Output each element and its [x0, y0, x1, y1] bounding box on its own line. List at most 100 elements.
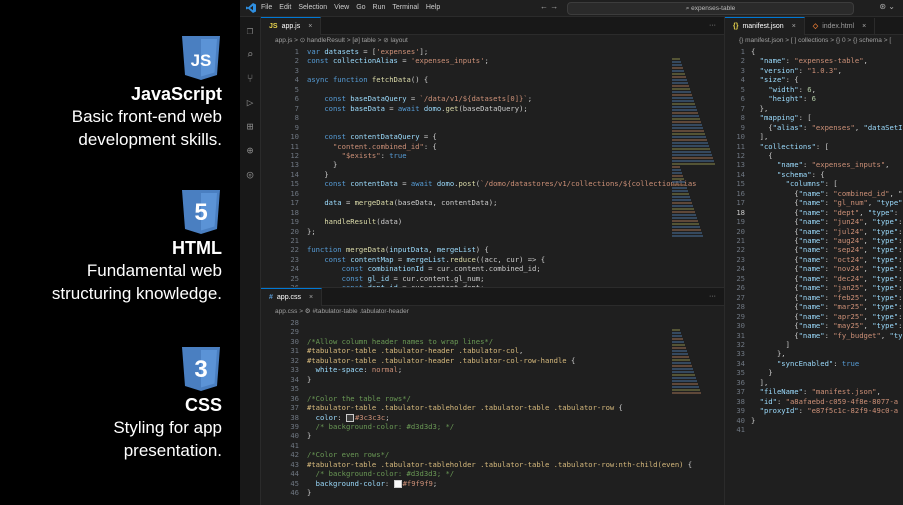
- skill-name: JavaScript: [130, 84, 222, 104]
- line-number: 2: [294, 56, 299, 66]
- breadcrumb[interactable]: {} manifest.json > [ ] collections > {} …: [725, 35, 903, 47]
- accounts-icon[interactable]: ⊛ ⌄: [879, 2, 895, 11]
- tab-manifest-json[interactable]: {} manifest.json ×: [725, 17, 805, 35]
- breadcrumb[interactable]: app.css > ⚙ #tabulator-table .tabulator-…: [261, 306, 724, 318]
- breadcrumb[interactable]: app.js > ⊙ handleResult > [ø] table > ⊘ …: [261, 35, 724, 47]
- editor-app-js[interactable]: JS app.js × ··· app.js > ⊙ handleResult > [ø…: [261, 17, 724, 287]
- line-number: 5: [294, 84, 299, 94]
- code-line: {: [751, 150, 773, 160]
- minimap[interactable]: [672, 328, 718, 395]
- more-actions-icon[interactable]: ···: [709, 17, 716, 34]
- menu-item-view[interactable]: View: [334, 4, 349, 11]
- line-number: 31: [290, 346, 299, 356]
- editor-app-css[interactable]: # app.css × ··· app.css > ⚙ #tabulator-table…: [261, 288, 724, 505]
- code-line: },: [751, 349, 786, 359]
- line-number: 38: [736, 396, 745, 406]
- line-number: 8: [740, 113, 745, 123]
- code-line: function mergeData(inputData, mergeList)…: [307, 245, 489, 255]
- menu-item-edit[interactable]: Edit: [279, 4, 291, 11]
- code-line: }: [307, 374, 312, 384]
- code-line: {"name": "feb25", "type":: [751, 292, 903, 302]
- line-number: 8: [294, 113, 299, 123]
- line-number: 3: [740, 65, 745, 75]
- line-number: 29: [290, 327, 299, 337]
- menu-item-terminal[interactable]: Terminal: [392, 4, 418, 11]
- run-debug-icon[interactable]: ▷: [244, 97, 256, 109]
- code-line: "content.combined_id": {: [332, 141, 437, 151]
- menu-item-file[interactable]: File: [261, 4, 272, 11]
- code-area[interactable]: 1 {2 "name": "expenses-table", 3 "version"…: [725, 47, 903, 434]
- code-line: const collectionAlias = 'expenses_inputs…: [307, 56, 489, 66]
- color-swatch[interactable]: [393, 479, 402, 488]
- skill-description: Styling for app: [113, 418, 222, 437]
- editor-manifest-json[interactable]: {} manifest.json × ◇ index.html ×{} manifest.…: [725, 17, 903, 505]
- code-line: "name": "expenses_inputs",: [776, 160, 890, 170]
- menu-item-help[interactable]: Help: [426, 4, 440, 11]
- code-line: const combinationId = cur.content.combin…: [341, 264, 541, 274]
- code-line: const contentData = await domo.post(`/do…: [324, 179, 697, 189]
- menu-item-selection[interactable]: Selection: [298, 4, 327, 11]
- tab-app-css[interactable]: # app.css ×: [261, 288, 323, 306]
- close-icon[interactable]: ×: [792, 23, 796, 30]
- files-icon[interactable]: ❐: [244, 25, 256, 37]
- source-control-icon[interactable]: ⑂: [244, 73, 256, 85]
- code-line: }: [307, 431, 312, 441]
- skill-html: 5 HTML Fundamental web structuring knowledg…: [52, 190, 222, 304]
- line-number: 36: [290, 393, 299, 403]
- line-number: 14: [736, 169, 745, 179]
- code-line: },: [751, 103, 769, 113]
- code-line: }: [307, 169, 329, 179]
- line-number: 26: [736, 283, 745, 293]
- skill-badge-text: JS: [191, 51, 212, 70]
- tab-index-html[interactable]: ◇ index.html ×: [805, 18, 876, 35]
- code-line: background-color: #f9f9f9;: [315, 478, 438, 488]
- line-number: 37: [290, 403, 299, 413]
- tab-app-js[interactable]: JS app.js ×: [261, 17, 322, 35]
- line-number: 7: [294, 103, 299, 113]
- line-number: 13: [736, 160, 745, 170]
- code-line: /*Color the table rows*/: [307, 393, 411, 403]
- line-number: 16: [736, 188, 745, 198]
- close-icon[interactable]: ×: [309, 294, 313, 301]
- code-line: {"name": "nov24", "type":: [751, 264, 903, 274]
- tab-label: manifest.json: [742, 23, 784, 30]
- code-line: handleResult(data): [324, 217, 403, 227]
- minimap[interactable]: [672, 57, 718, 238]
- skill-description: Fundamental web: [86, 261, 222, 280]
- menu-item-run[interactable]: Run: [373, 4, 386, 11]
- accounts-icon[interactable]: ◎: [244, 169, 256, 181]
- extensions-icon[interactable]: ⊞: [244, 121, 256, 133]
- line-number: 45: [290, 478, 299, 488]
- vscode-window: File Edit Selection View Go Run Terminal Help ←…: [240, 0, 903, 505]
- tab-bar: # app.css × ···: [261, 288, 724, 306]
- color-swatch[interactable]: [345, 413, 354, 422]
- command-center-search[interactable]: ⌕ expenses-table: [567, 2, 854, 15]
- close-icon[interactable]: ×: [862, 23, 866, 30]
- line-number: 35: [736, 368, 745, 378]
- code-line: "columns": [: [785, 179, 838, 189]
- skill-javascript: JS JavaScript Basic front-end web developme…: [72, 36, 222, 150]
- file-type-icon: JS: [269, 23, 278, 30]
- nav-arrows[interactable]: ← →: [540, 2, 558, 11]
- line-number: 14: [290, 169, 299, 179]
- close-icon[interactable]: ×: [308, 23, 312, 30]
- code-area[interactable]: 28 29 30 /*Allow column header names to wra…: [261, 318, 724, 498]
- search-icon[interactable]: ⌕: [244, 49, 256, 61]
- code-line: ]: [751, 339, 790, 349]
- line-number: 9: [294, 122, 299, 132]
- line-number: 6: [294, 94, 299, 104]
- tab-label: index.html: [822, 23, 855, 30]
- line-number: 12: [736, 150, 745, 160]
- code-area[interactable]: 1 var datasets = ['expenses']; 2 const coll…: [261, 47, 724, 287]
- code-line: }: [751, 415, 756, 425]
- line-number: 24: [290, 264, 299, 274]
- line-number: 30: [736, 321, 745, 331]
- menu-item-go[interactable]: Go: [356, 4, 365, 11]
- line-number: 41: [736, 425, 745, 434]
- more-actions-icon[interactable]: ···: [709, 288, 716, 305]
- line-number: 17: [290, 198, 299, 208]
- skill-name: HTML: [172, 238, 222, 258]
- line-number: 33: [290, 365, 299, 375]
- code-line: ],: [751, 132, 769, 142]
- remote-icon[interactable]: ⊕: [244, 145, 256, 157]
